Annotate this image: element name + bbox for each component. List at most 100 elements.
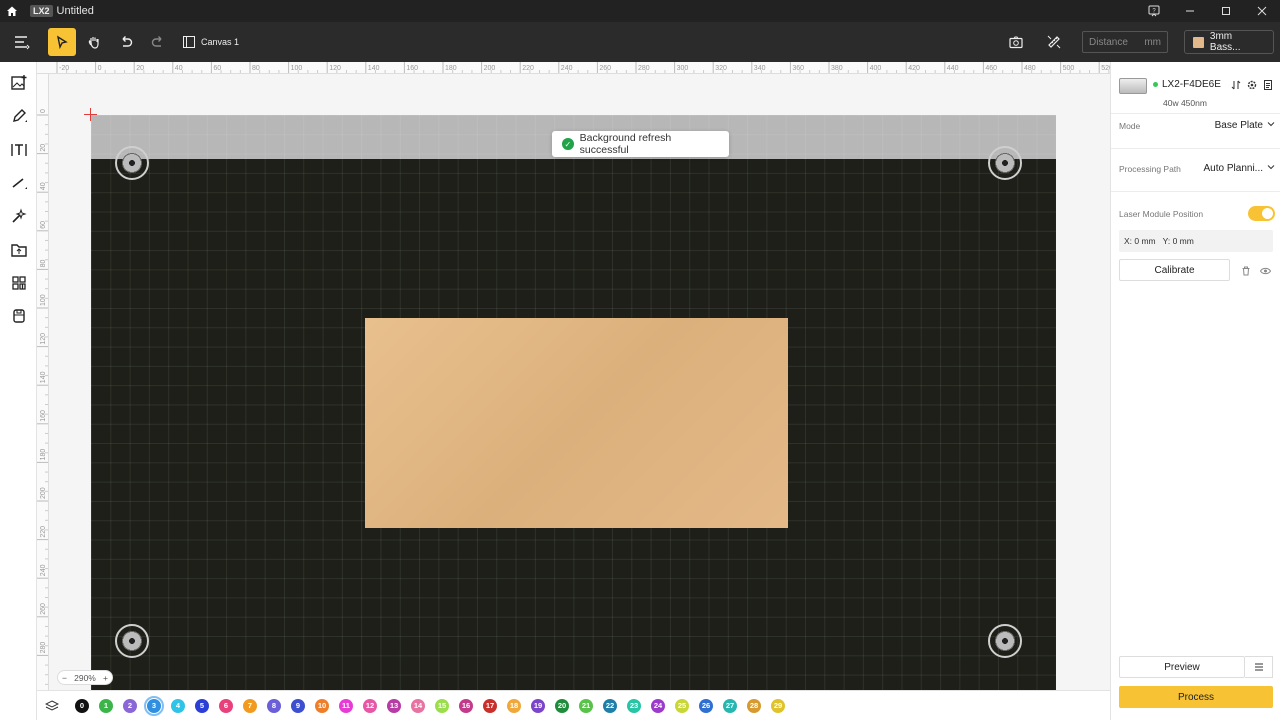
layer-25-button[interactable]: 25 [675,698,689,713]
layer-11-button[interactable]: 11 [339,698,353,713]
camera-icon[interactable] [1002,28,1030,56]
laser-bed-camera-view[interactable] [91,115,1056,690]
canvas-tab[interactable]: Canvas 1 [182,35,239,49]
redo-button[interactable] [144,28,172,56]
layer-23-button[interactable]: 23 [627,698,641,713]
device-image [1119,78,1147,94]
layer-8-button[interactable]: 8 [267,698,281,713]
preview-menu-icon[interactable] [1245,656,1273,678]
ruler-top-label: 320 [715,65,727,72]
layer-18-button[interactable]: 18 [507,698,521,713]
mode-row[interactable]: Mode Base Plate [1119,120,1275,131]
ruler-left-label: 260 [40,603,47,615]
settings-gear-icon[interactable] [1247,79,1257,93]
layers-icon[interactable] [37,699,67,713]
vertical-ruler: 0 20 40 60 80 100 120 140 160 180 200 220 240 260 280 [37,74,49,690]
add-image-icon[interactable] [0,67,37,99]
layer-29-button[interactable]: 29 [771,698,785,713]
layer-26-button[interactable]: 26 [699,698,713,713]
sort-icon[interactable] [1231,79,1241,93]
zoom-out-button[interactable]: − [62,673,67,683]
mode-value: Base Plate [1214,120,1263,131]
close-button[interactable] [1244,0,1280,22]
laser-position-label: Laser Module Position [1119,208,1204,219]
calibration-marker-bottom-left [115,624,149,658]
layer-17-button[interactable]: 17 [483,698,497,713]
layer-19-button[interactable]: 19 [531,698,545,713]
laser-position-toggle[interactable] [1248,206,1275,221]
ruler-left-label: 120 [40,333,47,345]
layer-12-button[interactable]: 12 [363,698,377,713]
layer-22-button[interactable]: 22 [603,698,617,713]
chevron-down-icon [1267,120,1275,131]
undo-button[interactable] [112,28,140,56]
ruler-top-label: 220 [522,65,534,72]
device-icon[interactable] [0,300,37,332]
zoom-control: − 290% + [57,670,113,685]
device-spec: 40w 450nm [1163,98,1207,108]
layer-24-button[interactable]: 24 [651,698,665,713]
magic-tool-icon[interactable] [0,200,37,232]
calibrate-button[interactable]: Calibrate [1119,259,1230,281]
laser-position-row: Laser Module Position [1119,206,1275,221]
pen-icon[interactable] [0,100,37,132]
main-toolbar: Canvas 1 Distance mm 3mm Bass... [0,22,1280,62]
layer-0-button[interactable]: 0 [75,698,89,713]
laser-position-readout: X: 0 mm Y: 0 mm [1119,230,1273,252]
hand-tool-button[interactable] [80,28,108,56]
import-folder-icon[interactable] [0,234,37,266]
menu-icon[interactable] [8,28,36,56]
right-panel: LX2-F4DE6E 40w 450nm Mode Base Plate Pro… [1110,62,1280,720]
document-icon[interactable] [1263,79,1273,93]
layer-13-button[interactable]: 13 [387,698,401,713]
layer-1-button[interactable]: 1 [99,698,113,713]
horizontal-ruler: -20 0 20 40 60 80 100 120 140 160 180 200 220 240 260 2… [37,62,1110,74]
layer-15-button[interactable]: 15 [435,698,449,713]
apps-grid-icon[interactable] [0,267,37,299]
layer-7-button[interactable]: 7 [243,698,257,713]
layer-2-button[interactable]: 2 [123,698,137,713]
zoom-in-button[interactable]: + [103,673,108,683]
layer-5-button[interactable]: 5 [195,698,209,713]
ruler-top-label: 160 [406,65,418,72]
measure-tool-icon[interactable] [1040,28,1068,56]
ruler-top-label: 80 [252,65,260,72]
layer-20-button[interactable]: 20 [555,698,569,713]
layer-6-button[interactable]: 6 [219,698,233,713]
distance-placeholder: Distance [1089,36,1128,48]
material-selector[interactable]: 3mm Bass... [1184,30,1274,54]
select-tool-button[interactable] [48,28,76,56]
text-tool-icon[interactable] [0,134,37,166]
distance-input[interactable]: Distance mm [1082,31,1168,53]
home-icon[interactable] [0,0,24,22]
help-icon[interactable]: ? [1136,0,1172,22]
trash-icon[interactable] [1241,265,1251,279]
layer-3-button[interactable]: 3 [144,695,164,716]
maximize-button[interactable] [1208,0,1244,22]
wood-workpiece[interactable] [365,318,788,528]
layer-4-button[interactable]: 4 [171,698,185,713]
ruler-left-label: 40 [40,182,47,190]
ruler-top-label: 480 [1024,65,1036,72]
layer-27-button[interactable]: 27 [723,698,737,713]
device-header: LX2-F4DE6E 40w 450nm [1119,70,1275,108]
ruler-top-label: -20 [59,65,69,72]
ruler-left-label: 280 [40,642,47,654]
canvas-area[interactable]: ✓ Background refresh successful − 290% + [49,74,1110,690]
layer-14-button[interactable]: 14 [411,698,425,713]
minimize-button[interactable] [1172,0,1208,22]
ruler-top-label: 460 [985,65,997,72]
processing-path-row[interactable]: Processing Path Auto Planni... [1119,163,1275,174]
line-tool-icon[interactable] [0,167,37,199]
layer-16-button[interactable]: 16 [459,698,473,713]
eye-icon[interactable] [1259,265,1272,279]
layer-28-button[interactable]: 28 [747,698,761,713]
preview-button[interactable]: Preview [1119,656,1245,678]
calibration-marker-top-left [115,146,149,180]
ruler-top-label: 420 [908,65,920,72]
process-button[interactable]: Process [1119,686,1273,708]
ruler-top-label: 100 [291,65,303,72]
layer-9-button[interactable]: 9 [291,698,305,713]
layer-10-button[interactable]: 10 [315,698,329,713]
layer-21-button[interactable]: 21 [579,698,593,713]
